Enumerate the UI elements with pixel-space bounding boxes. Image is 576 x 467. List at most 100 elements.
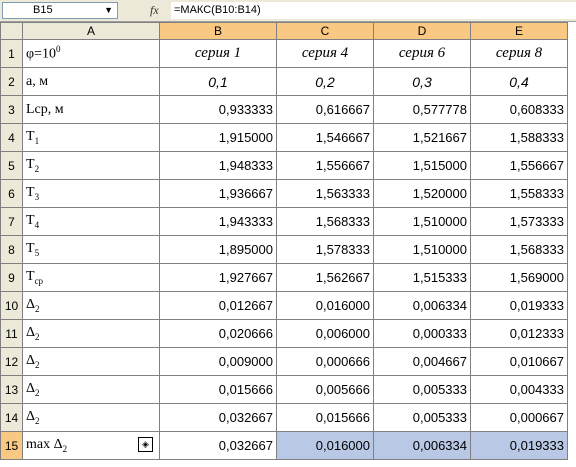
value-cell[interactable]: 0,019333 — [470, 291, 568, 320]
value-cell[interactable]: 0,616667 — [276, 95, 374, 124]
value-cell[interactable]: 0,016000 — [276, 431, 374, 460]
value-cell[interactable]: 0,005333 — [373, 375, 471, 404]
value-cell[interactable]: 0,032667 — [159, 403, 277, 432]
row-header[interactable]: 7 — [0, 207, 23, 236]
column-header-d[interactable]: D — [373, 22, 471, 40]
value-cell[interactable]: 1,515333 — [373, 263, 471, 292]
value-cell[interactable]: 1,568333 — [276, 207, 374, 236]
row-header[interactable]: 4 — [0, 123, 23, 152]
value-cell[interactable]: 1,927667 — [159, 263, 277, 292]
value-cell[interactable]: 0,000333 — [373, 319, 471, 348]
value-cell[interactable]: 0,016000 — [276, 291, 374, 320]
error-check-icon[interactable]: ◈ — [138, 437, 153, 452]
value-cell[interactable]: 1,568333 — [470, 235, 568, 264]
row-header[interactable]: 9 — [0, 263, 23, 292]
row-header[interactable]: 13 — [0, 375, 23, 404]
column-header-c[interactable]: C — [276, 22, 374, 40]
row-header[interactable]: 1 — [0, 39, 23, 68]
value-cell[interactable]: 0,019333 — [470, 431, 568, 460]
value-cell[interactable]: 0,005666 — [276, 375, 374, 404]
row-label-cell[interactable]: max Δ2 ◈ — [22, 431, 160, 460]
formula-input[interactable]: =МАКС(B10:B14) — [171, 2, 576, 19]
value-cell[interactable]: 1,562667 — [276, 263, 374, 292]
value-cell[interactable]: 0,004333 — [470, 375, 568, 404]
value-cell[interactable]: 1,556667 — [470, 151, 568, 180]
row-label-cell[interactable]: T1 — [22, 123, 160, 152]
series-header-cell[interactable]: серия 6 — [373, 39, 471, 68]
row-header[interactable]: 11 — [0, 319, 23, 348]
row-header[interactable]: 15 — [0, 431, 23, 460]
chevron-down-icon[interactable]: ▼ — [104, 3, 113, 18]
column-header-a[interactable]: A — [22, 22, 160, 40]
row-header[interactable]: 5 — [0, 151, 23, 180]
row-header[interactable]: 2 — [0, 67, 23, 96]
row-header[interactable]: 14 — [0, 403, 23, 432]
param-cell[interactable]: 0,1 — [159, 67, 277, 96]
value-cell[interactable]: 1,515000 — [373, 151, 471, 180]
value-cell[interactable]: 1,510000 — [373, 207, 471, 236]
value-cell[interactable]: 1,578333 — [276, 235, 374, 264]
param-cell[interactable]: 0,2 — [276, 67, 374, 96]
value-cell[interactable]: 1,558333 — [470, 179, 568, 208]
value-cell[interactable]: 0,000667 — [470, 403, 568, 432]
value-cell[interactable]: 1,573333 — [470, 207, 568, 236]
row-header[interactable]: 10 — [0, 291, 23, 320]
row-header[interactable]: 12 — [0, 347, 23, 376]
param-cell[interactable]: 0,4 — [470, 67, 568, 96]
value-cell[interactable]: 1,588333 — [470, 123, 568, 152]
value-cell[interactable]: 0,015666 — [276, 403, 374, 432]
row-header[interactable]: 3 — [0, 95, 23, 124]
row-header[interactable]: 8 — [0, 235, 23, 264]
value-cell[interactable]: 0,015666 — [159, 375, 277, 404]
value-cell[interactable]: 0,012333 — [470, 319, 568, 348]
value-cell[interactable]: 0,010667 — [470, 347, 568, 376]
name-box[interactable]: B15 ▼ — [2, 2, 118, 19]
select-all-corner[interactable] — [0, 22, 23, 40]
value-cell[interactable]: 0,020666 — [159, 319, 277, 348]
series-header-cell[interactable]: серия 4 — [276, 39, 374, 68]
value-cell[interactable]: 0,608333 — [470, 95, 568, 124]
column-header-e[interactable]: E — [470, 22, 568, 40]
row-label-cell[interactable]: T4 — [22, 207, 160, 236]
series-header-cell[interactable]: серия 8 — [470, 39, 568, 68]
value-cell[interactable]: 1,936667 — [159, 179, 277, 208]
value-cell[interactable]: 1,943333 — [159, 207, 277, 236]
value-cell[interactable]: 0,000666 — [276, 347, 374, 376]
param-cell[interactable]: 0,3 — [373, 67, 471, 96]
row-label-cell[interactable]: Δ2 — [22, 291, 160, 320]
row-label-cell[interactable]: T5 — [22, 235, 160, 264]
value-cell[interactable]: 1,915000 — [159, 123, 277, 152]
row-header[interactable]: 6 — [0, 179, 23, 208]
value-cell[interactable]: 0,933333 — [159, 95, 277, 124]
value-cell[interactable]: 0,005333 — [373, 403, 471, 432]
row-label-cell[interactable]: Δ2 — [22, 347, 160, 376]
row-label-cell[interactable]: T2 — [22, 151, 160, 180]
value-cell[interactable]: 0,009000 — [159, 347, 277, 376]
row-label-cell[interactable]: Δ2 — [22, 319, 160, 348]
value-cell[interactable]: 0,032667 — [159, 431, 277, 460]
cell-a2[interactable]: a, м — [22, 67, 160, 96]
value-cell[interactable]: 1,948333 — [159, 151, 277, 180]
series-header-cell[interactable]: серия 1 — [159, 39, 277, 68]
value-cell[interactable]: 0,006334 — [373, 431, 471, 460]
value-cell[interactable]: 0,004667 — [373, 347, 471, 376]
value-cell[interactable]: 1,510000 — [373, 235, 471, 264]
value-cell[interactable]: 0,006334 — [373, 291, 471, 320]
value-cell[interactable]: 1,521667 — [373, 123, 471, 152]
value-cell[interactable]: 1,556667 — [276, 151, 374, 180]
fx-icon[interactable]: fx — [150, 2, 168, 19]
value-cell[interactable]: 1,546667 — [276, 123, 374, 152]
value-cell[interactable]: 1,520000 — [373, 179, 471, 208]
value-cell[interactable]: 1,563333 — [276, 179, 374, 208]
value-cell[interactable]: 1,895000 — [159, 235, 277, 264]
value-cell[interactable]: 0,577778 — [373, 95, 471, 124]
cell-a1[interactable]: φ=100 — [22, 39, 160, 68]
value-cell[interactable]: 0,006000 — [276, 319, 374, 348]
value-cell[interactable]: 1,569000 — [470, 263, 568, 292]
column-header-b[interactable]: B — [159, 22, 277, 40]
row-label-cell[interactable]: Δ2 — [22, 403, 160, 432]
value-cell[interactable]: 0,012667 — [159, 291, 277, 320]
row-label-cell[interactable]: Tср — [22, 263, 160, 292]
row-label-cell[interactable]: Δ2 — [22, 375, 160, 404]
row-label-cell[interactable]: Lср, м — [22, 95, 160, 124]
